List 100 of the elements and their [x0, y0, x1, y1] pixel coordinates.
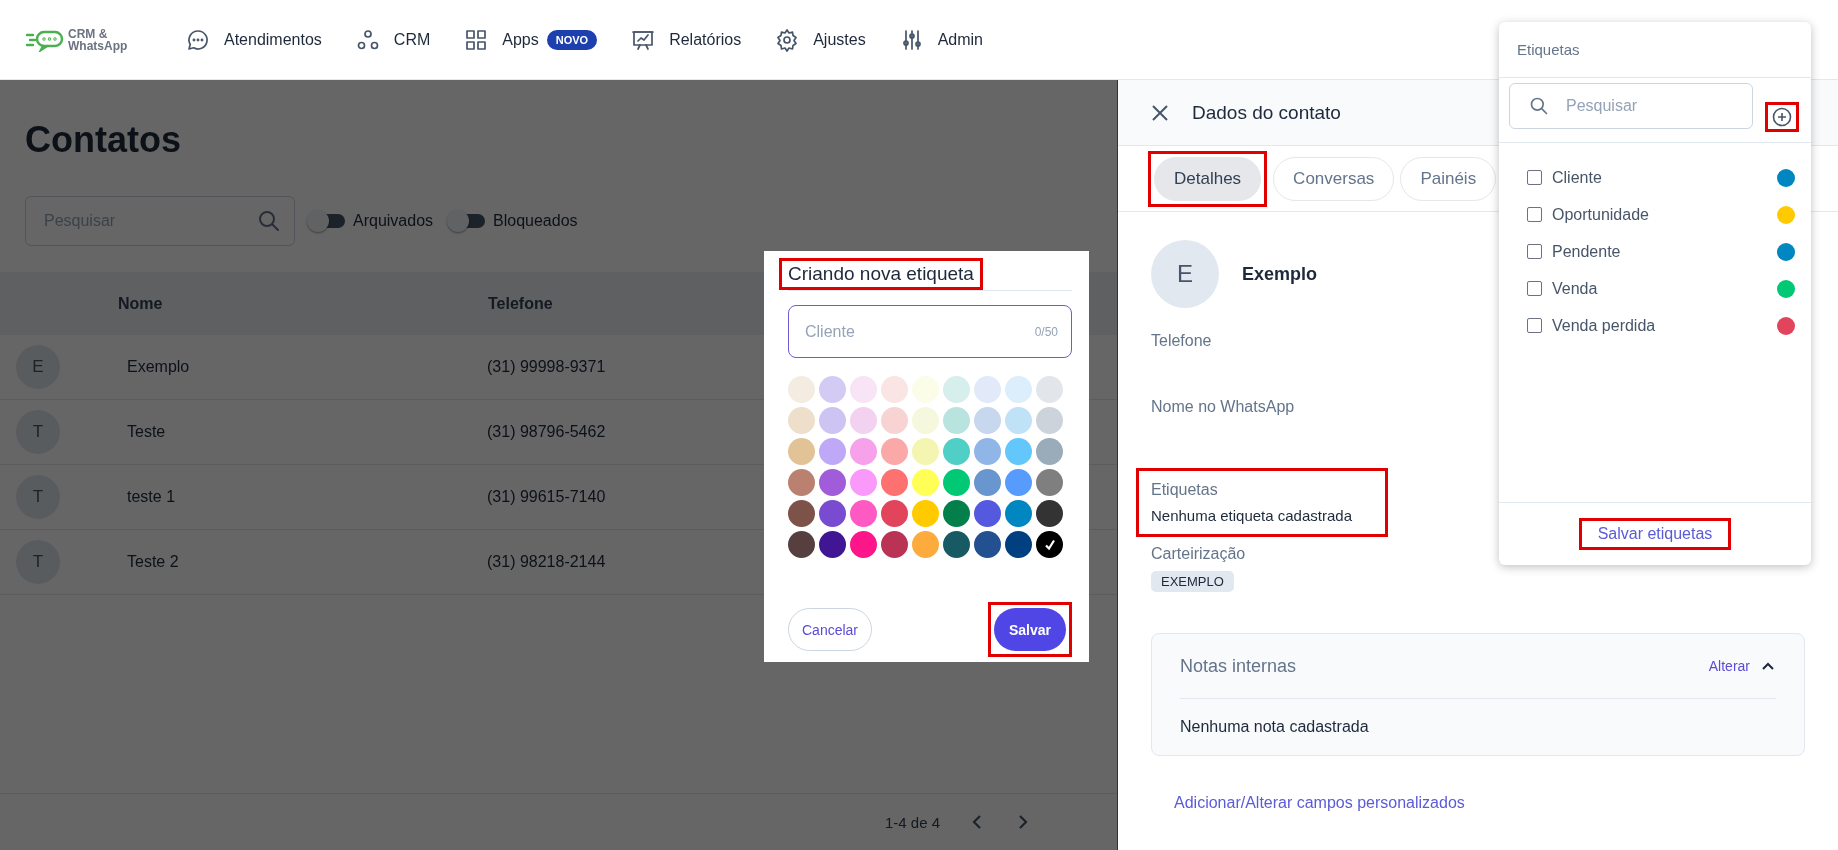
checkbox[interactable]: [1527, 170, 1542, 185]
checkbox[interactable]: [1527, 281, 1542, 296]
color-swatch[interactable]: [974, 438, 1001, 465]
color-swatch[interactable]: [943, 500, 970, 527]
tag-label: Pendente: [1552, 242, 1621, 261]
logo-text: CRM & WhatsApp: [68, 27, 129, 52]
nav-item[interactable]: CRM: [355, 27, 431, 52]
cancel-button[interactable]: Cancelar: [788, 608, 873, 651]
color-swatch[interactable]: [881, 376, 908, 403]
field-label: Carteirização: [1151, 545, 1246, 563]
dropdown-title: Etiquetas: [1517, 41, 1580, 58]
column-header: Nome: [117, 294, 164, 313]
pagination-range: 1-4 de 4: [884, 813, 940, 831]
tag-label: Cliente: [1552, 168, 1602, 187]
color-swatch[interactable]: [943, 531, 970, 558]
color-swatch[interactable]: [788, 531, 815, 558]
search-field[interactable]: Pesquisar: [1509, 83, 1753, 129]
field-label: Etiquetas: [1151, 481, 1218, 499]
color-swatch[interactable]: [1036, 469, 1063, 496]
search-icon: [1529, 96, 1549, 116]
color-swatch[interactable]: [819, 531, 846, 558]
character-counter: 0/50: [1034, 324, 1058, 339]
nav-item[interactable]: Relatórios: [631, 27, 742, 52]
checkbox[interactable]: [1527, 244, 1542, 259]
table-cell: (31) 99998-9371: [487, 358, 606, 376]
color-swatch[interactable]: [974, 407, 1001, 434]
nav-item[interactable]: Atendimentos: [186, 27, 322, 52]
avatar: E: [1151, 240, 1219, 308]
color-swatch[interactable]: [912, 407, 939, 434]
color-swatch[interactable]: [881, 469, 908, 496]
color-swatch[interactable]: [1005, 407, 1032, 434]
color-swatch[interactable]: [819, 407, 846, 434]
table-cell-text: Exemplo: [127, 358, 191, 376]
color-swatch[interactable]: [788, 376, 815, 403]
color-swatch[interactable]: [974, 376, 1001, 403]
custom-fields-link[interactable]: Adicionar/Alterar campos personalizados: [1174, 794, 1805, 812]
color-swatch[interactable]: [850, 531, 877, 558]
color-swatch[interactable]: [850, 376, 877, 403]
color-swatch[interactable]: [943, 438, 970, 465]
new-badge: NOVO: [546, 29, 598, 50]
color-swatch[interactable]: [912, 438, 939, 465]
color-swatch[interactable]: [912, 500, 939, 527]
field-label: Telefone: [1151, 332, 1212, 350]
color-swatch[interactable]: [788, 438, 815, 465]
nav-item[interactable]: Apps: [464, 27, 539, 52]
tab[interactable]: Conversas: [1273, 156, 1395, 201]
avatar: T: [16, 540, 60, 584]
color-swatch[interactable]: [974, 469, 1001, 496]
color-swatch[interactable]: [943, 407, 970, 434]
color-swatch[interactable]: [819, 469, 846, 496]
tab[interactable]: Detalhes: [1154, 156, 1262, 201]
add-icon[interactable]: [1772, 107, 1792, 127]
chat-bubble-icon: [186, 27, 210, 52]
close-icon[interactable]: [1150, 102, 1170, 123]
tag-chip: EXEMPLO: [1151, 571, 1234, 592]
page-title: Contatos: [25, 118, 182, 162]
color-swatch[interactable]: [881, 500, 908, 527]
color-swatch[interactable]: [1036, 531, 1063, 558]
color-swatch[interactable]: [788, 469, 815, 496]
nav-item[interactable]: Admin: [899, 27, 983, 52]
color-swatch[interactable]: [819, 438, 846, 465]
color-swatch[interactable]: [850, 469, 877, 496]
search-icon: [257, 209, 281, 233]
color-swatch[interactable]: [1036, 438, 1063, 465]
color-swatch[interactable]: [819, 376, 846, 403]
color-swatch[interactable]: [1005, 469, 1032, 496]
color-swatch[interactable]: [943, 376, 970, 403]
empty-notes-text: Nenhuma nota cadastrada: [1180, 718, 1369, 736]
color-swatch[interactable]: [850, 438, 877, 465]
color-swatch[interactable]: [912, 469, 939, 496]
color-swatch[interactable]: [1036, 376, 1063, 403]
color-swatch[interactable]: [788, 500, 815, 527]
color-swatch[interactable]: [1005, 500, 1032, 527]
edit-link[interactable]: Alterar: [1708, 658, 1750, 674]
checkbox[interactable]: [1527, 207, 1542, 222]
color-swatch[interactable]: [819, 500, 846, 527]
color-swatch[interactable]: [1005, 438, 1032, 465]
color-swatch[interactable]: [850, 407, 877, 434]
color-swatch[interactable]: [881, 407, 908, 434]
color-swatch[interactable]: [788, 407, 815, 434]
save-tags-button[interactable]: Salvar etiquetas: [1591, 524, 1719, 544]
table-cell-text: Teste 2: [127, 553, 180, 571]
nav-item[interactable]: Ajustes: [775, 27, 866, 52]
tag-label: Venda perdida: [1552, 316, 1656, 335]
color-swatch[interactable]: [881, 438, 908, 465]
color-swatch[interactable]: [1005, 376, 1032, 403]
color-swatch[interactable]: [943, 469, 970, 496]
color-swatch[interactable]: [881, 531, 908, 558]
color-swatch[interactable]: [974, 500, 1001, 527]
table-cell: (31) 99615-7140: [487, 488, 606, 506]
color-swatch[interactable]: [974, 531, 1001, 558]
color-swatch[interactable]: [850, 500, 877, 527]
checkbox[interactable]: [1527, 318, 1542, 333]
color-swatch[interactable]: [1036, 407, 1063, 434]
color-swatch[interactable]: [1005, 531, 1032, 558]
color-swatch[interactable]: [1036, 500, 1063, 527]
toggle-switch[interactable]: [307, 210, 347, 232]
color-swatch[interactable]: [912, 531, 939, 558]
tab[interactable]: Painéis: [1400, 156, 1497, 201]
save-button[interactable]: Salvar: [994, 608, 1066, 651]
